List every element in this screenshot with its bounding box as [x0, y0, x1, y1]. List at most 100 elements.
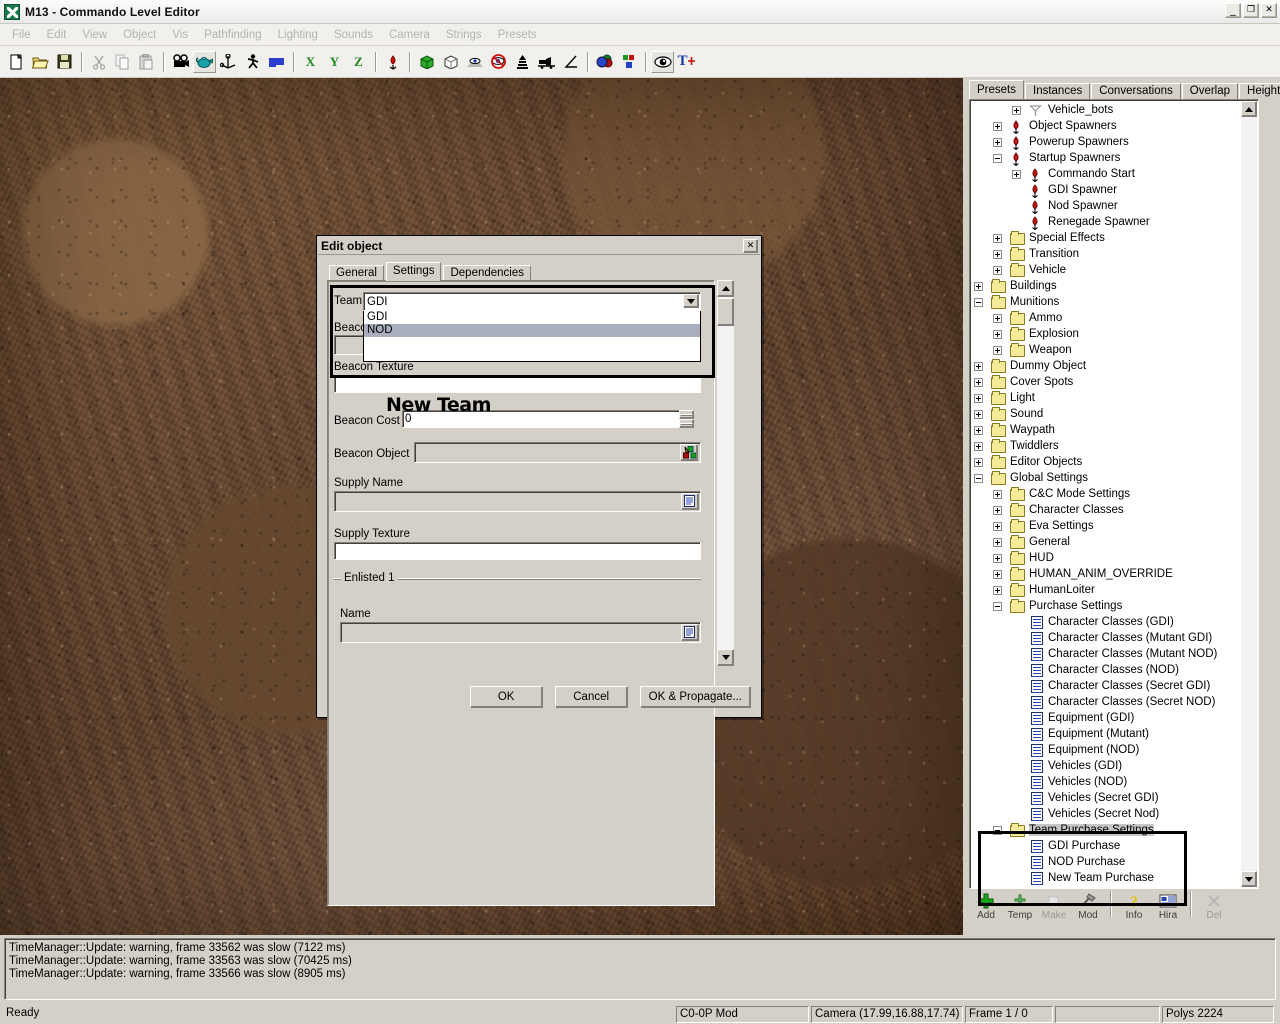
expand-icon[interactable] [993, 346, 1002, 355]
ok-propagate-button[interactable]: OK & Propagate... [640, 686, 751, 708]
minimize-button[interactable]: _ [1225, 3, 1241, 18]
chevron-down-icon[interactable] [683, 294, 699, 308]
axis-x-icon[interactable]: X [299, 51, 322, 73]
tree-item[interactable]: Equipment (Mutant) [972, 726, 1240, 742]
tree-item[interactable]: Character Classes (Mutant NOD) [972, 646, 1240, 662]
tree-add-button[interactable]: Add [969, 891, 1003, 921]
tree-item[interactable]: C&C Mode Settings [972, 486, 1240, 502]
expand-icon[interactable] [993, 250, 1002, 259]
cancel-button[interactable]: Cancel [555, 686, 628, 708]
tree-delete-button[interactable]: Del [1197, 891, 1231, 921]
tree-item[interactable]: Vehicles (Secret Nod) [972, 806, 1240, 822]
tree-hierarchy-button[interactable]: Hira [1151, 891, 1185, 921]
ok-button[interactable]: OK [470, 686, 543, 708]
walk-man-icon[interactable] [241, 51, 264, 73]
tab-dependencies[interactable]: Dependencies [443, 265, 531, 281]
collapse-icon[interactable] [974, 474, 983, 483]
menu-lighting[interactable]: Lighting [270, 27, 326, 43]
tree-item[interactable]: Character Classes (Mutant GDI) [972, 630, 1240, 646]
tree-item[interactable]: NOD Purchase [972, 854, 1240, 870]
form-scroll-up-button[interactable] [717, 280, 734, 297]
collapse-icon[interactable] [993, 154, 1002, 163]
angle-icon[interactable] [559, 51, 582, 73]
expand-icon[interactable] [974, 426, 983, 435]
tree-item[interactable]: HumanLoiter [972, 582, 1240, 598]
tree-item[interactable]: Vehicle_bots [972, 102, 1240, 118]
scroll-down-button[interactable] [1241, 871, 1257, 887]
save-disk-icon[interactable] [53, 51, 76, 73]
tree-item[interactable]: New Team Purchase [972, 870, 1240, 886]
copy-icon[interactable] [111, 51, 134, 73]
tree-item[interactable]: Global Settings [972, 470, 1240, 486]
tree-item[interactable]: Munitions [972, 294, 1240, 310]
flag-icon[interactable] [265, 51, 288, 73]
wire-cube-icon[interactable] [439, 51, 462, 73]
beacon-cost-stepper[interactable] [679, 410, 694, 428]
supply-texture-input[interactable] [334, 542, 701, 560]
menu-sounds[interactable]: Sounds [326, 27, 381, 43]
rgb-blocks-icon[interactable] [617, 51, 640, 73]
tab-general[interactable]: General [329, 265, 384, 281]
tree-mod-button[interactable]: Mod [1071, 891, 1105, 921]
scroll-up-button[interactable] [1241, 101, 1257, 117]
form-scrollbar-thumb[interactable] [717, 298, 734, 326]
tree-item[interactable]: HUMAN_ANIM_OVERRIDE [972, 566, 1240, 582]
camera-path-icon[interactable] [535, 51, 558, 73]
tab-instances[interactable]: Instances [1025, 83, 1090, 99]
expand-icon[interactable] [993, 330, 1002, 339]
tree-item[interactable]: Character Classes (Secret NOD) [972, 694, 1240, 710]
text-plus-icon[interactable]: T [675, 51, 698, 73]
tree-item[interactable]: Vehicles (NOD) [972, 774, 1240, 790]
output-log[interactable]: TimeManager::Update: warning, frame 3356… [4, 938, 1276, 1000]
tree-item[interactable]: Cover Spots [972, 374, 1240, 390]
expand-icon[interactable] [974, 282, 983, 291]
light-icon[interactable] [511, 51, 534, 73]
close-button[interactable]: ✕ [1261, 3, 1277, 18]
green-cube-icon[interactable] [415, 51, 438, 73]
team-combobox-dropdown[interactable]: GDI NOD [363, 311, 701, 362]
sphere-color-icon[interactable] [593, 51, 616, 73]
tree-item[interactable]: Vehicles (GDI) [972, 758, 1240, 774]
camera-icon[interactable] [169, 51, 192, 73]
tree-item[interactable]: Transition [972, 246, 1240, 262]
form-scrollbar-track[interactable] [717, 297, 734, 649]
expand-icon[interactable] [993, 586, 1002, 595]
beacon-object-field[interactable] [414, 442, 701, 463]
presets-tree[interactable]: Vehicle_botsObject SpawnersPowerup Spawn… [969, 99, 1259, 889]
tree-vertical-scrollbar[interactable] [1241, 101, 1257, 887]
team-option-gdi[interactable]: GDI [364, 311, 700, 324]
tree-item[interactable]: Buildings [972, 278, 1240, 294]
axis-gizmo-icon[interactable] [217, 51, 240, 73]
expand-icon[interactable] [993, 314, 1002, 323]
tree-item[interactable]: Weapon [972, 342, 1240, 358]
enlisted-name-field[interactable] [340, 622, 701, 643]
menu-vis[interactable]: Vis [164, 27, 196, 43]
collapse-icon[interactable] [993, 602, 1002, 611]
axis-y-icon[interactable]: Y [323, 51, 346, 73]
paint-teapot-icon[interactable] [193, 51, 216, 73]
tree-item[interactable]: Object Spawners [972, 118, 1240, 134]
tree-item[interactable]: Dummy Object [972, 358, 1240, 374]
collapse-icon[interactable] [974, 298, 983, 307]
team-option-nod[interactable]: NOD [364, 324, 700, 337]
tree-item[interactable]: Renegade Spawner [972, 214, 1240, 230]
tree-item[interactable]: HUD [972, 550, 1240, 566]
expand-icon[interactable] [974, 378, 983, 387]
open-folder-icon[interactable] [29, 51, 52, 73]
tree-make-button[interactable]: Make [1037, 891, 1071, 921]
tab-settings[interactable]: Settings [386, 262, 442, 281]
expand-icon[interactable] [993, 138, 1002, 147]
menu-edit[interactable]: Edit [39, 27, 75, 43]
expand-icon[interactable] [993, 554, 1002, 563]
tree-item[interactable]: Editor Objects [972, 454, 1240, 470]
expand-icon[interactable] [993, 234, 1002, 243]
tab-presets[interactable]: Presets [969, 80, 1024, 99]
tree-item[interactable]: General [972, 534, 1240, 550]
expand-icon[interactable] [974, 394, 983, 403]
supply-name-field[interactable] [334, 491, 701, 512]
beacon-object-pick-button[interactable] [680, 444, 698, 461]
form-vertical-scrollbar[interactable] [717, 280, 735, 666]
expand-icon[interactable] [993, 522, 1002, 531]
collapse-icon[interactable] [993, 826, 1002, 835]
menu-pathfinding[interactable]: Pathfinding [196, 27, 270, 43]
